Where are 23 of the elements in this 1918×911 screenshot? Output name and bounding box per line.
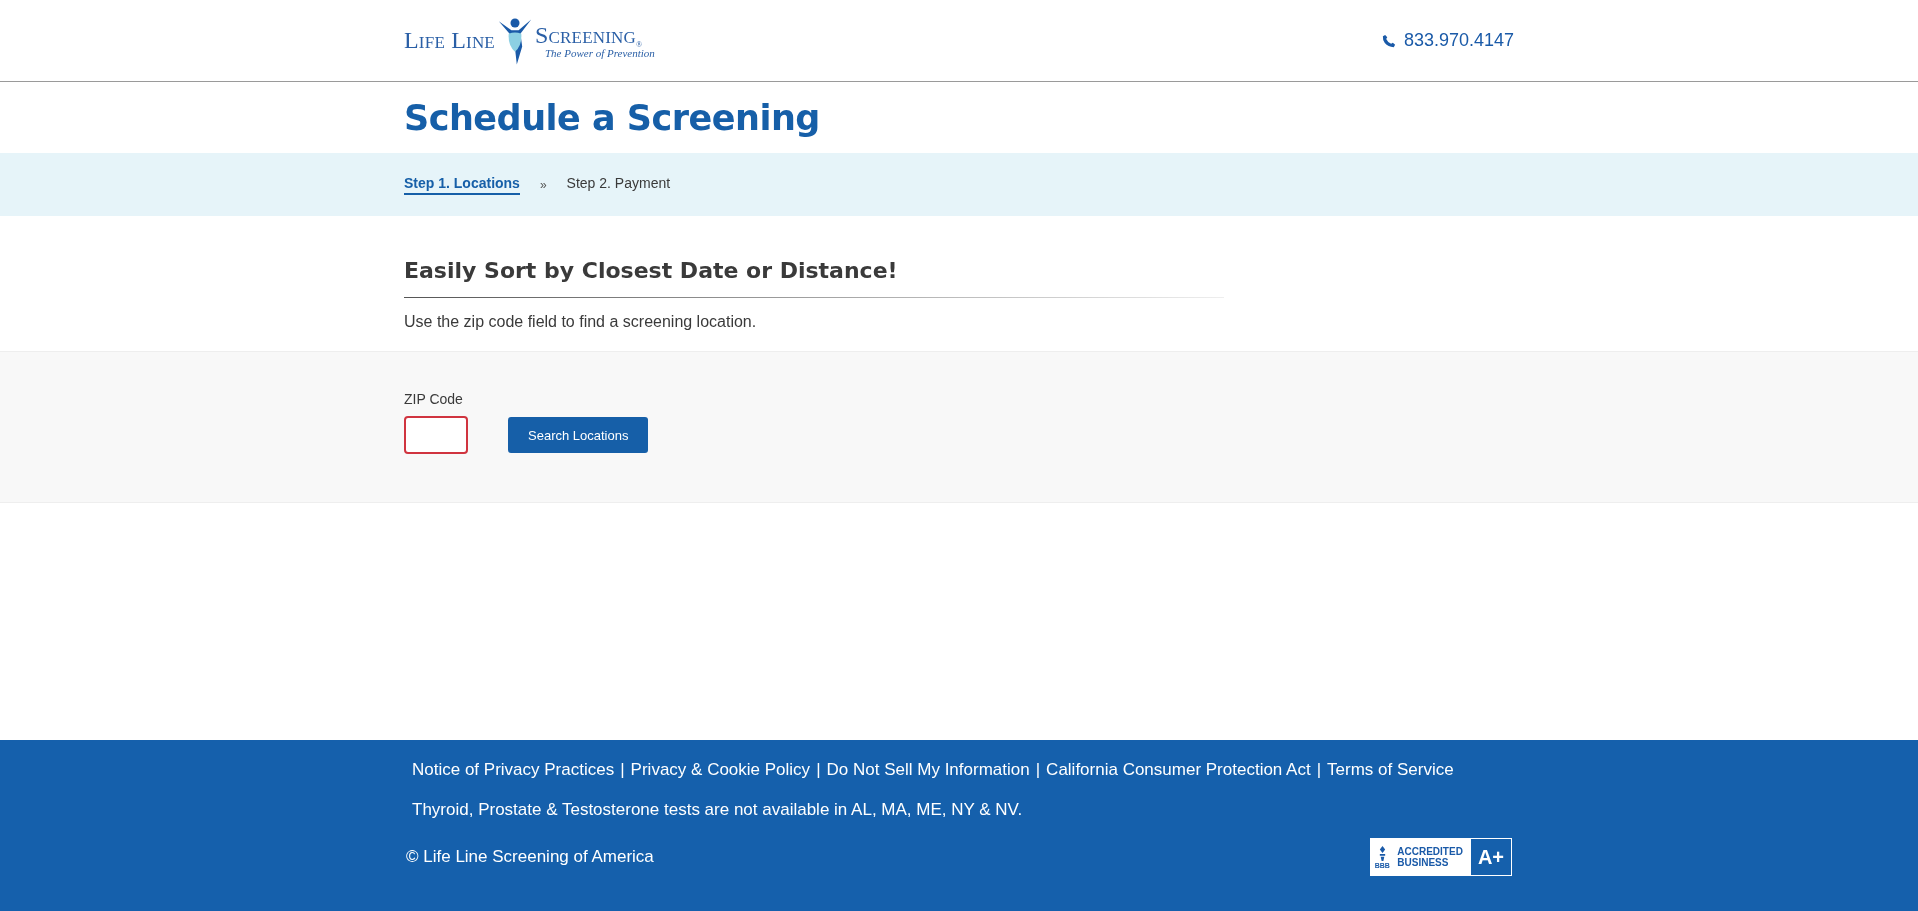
- link-separator: |: [816, 760, 821, 780]
- page-title: Schedule a Screening: [404, 98, 821, 138]
- link-separator: |: [1035, 760, 1041, 780]
- footer-link[interactable]: Do Not Sell My Information: [826, 760, 1030, 780]
- logo[interactable]: Life Line Screening® The Power of Prevention: [404, 14, 655, 67]
- search-button[interactable]: Search Locations: [508, 417, 649, 453]
- footer-link[interactable]: Privacy & Cookie Policy: [630, 760, 811, 780]
- zip-label: ZIP Code: [404, 391, 464, 407]
- zip-field[interactable]: [404, 416, 468, 454]
- phone-number[interactable]: 833.970.4147: [1403, 30, 1514, 51]
- footer-link[interactable]: California Consumer Protection Act: [1046, 760, 1311, 780]
- step-tab[interactable]: Step 1. Locations: [404, 174, 520, 195]
- phone-icon: [1381, 33, 1396, 48]
- step-separator: »: [539, 177, 547, 192]
- availability-notice: Thyroid, Prostate & Testosterone tests are not available in AL, MA, ME, NY & NV.: [412, 800, 1024, 820]
- step-tab[interactable]: Step 2. Payment: [566, 174, 671, 195]
- link-separator: |: [620, 760, 625, 780]
- footer-link[interactable]: Terms of Service: [1327, 760, 1454, 780]
- copyright-text: © Life Line Screening of America: [406, 847, 654, 867]
- footer-link[interactable]: Notice of Privacy Practices: [412, 760, 615, 780]
- link-separator: |: [1316, 760, 1322, 780]
- instruction-text: Use the zip code field to find a screening location.: [404, 313, 758, 331]
- section-heading: Easily Sort by Closest Date or Distance!: [404, 258, 899, 283]
